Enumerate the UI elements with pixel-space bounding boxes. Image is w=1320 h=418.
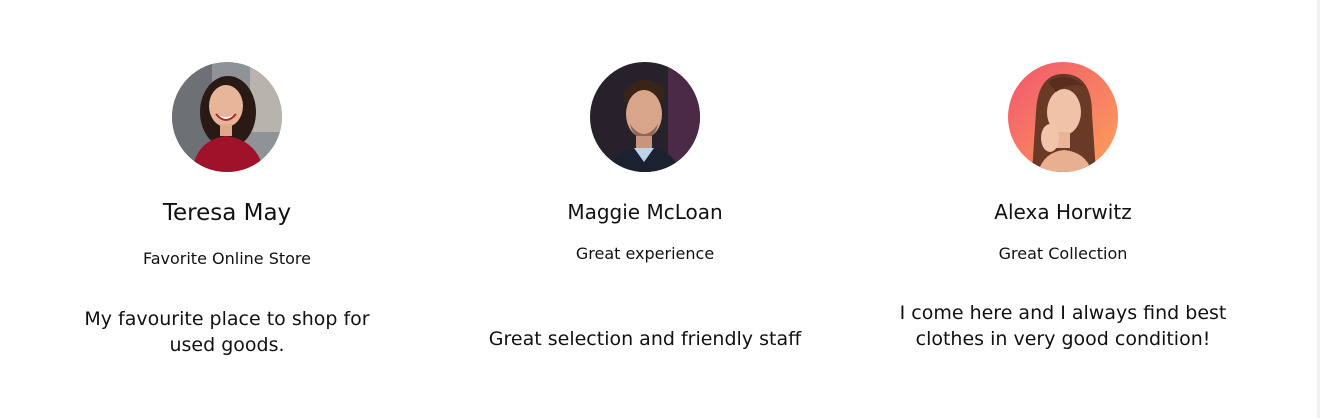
testimonial-quote: My favourite place to shop for used good… bbox=[84, 308, 370, 356]
testimonial-quote: I come here and I always find best cloth… bbox=[899, 302, 1227, 350]
woman-portrait-avatar-icon bbox=[1008, 62, 1118, 172]
testimonial-subtitle: Great experience bbox=[575, 244, 715, 263]
testimonial-quote: Great selection and friendly staff bbox=[488, 328, 802, 350]
man-portrait-avatar-icon bbox=[590, 62, 700, 172]
avatar-teresa-may bbox=[172, 62, 282, 172]
testimonial-subtitle: Great Collection bbox=[998, 244, 1128, 263]
testimonial-name: Maggie McLoan bbox=[567, 200, 723, 224]
testimonial-subtitle: Favorite Online Store bbox=[142, 249, 311, 268]
testimonial-name: Teresa May bbox=[162, 200, 292, 226]
testimonial-card-maggie-mcloan: Maggie McLoan Great experience Great sel… bbox=[470, 0, 820, 418]
woman-smiling-avatar-icon bbox=[172, 62, 282, 172]
testimonial-card-alexa-horwitz: Alexa Horwitz Great Collection I come he… bbox=[888, 0, 1238, 418]
avatar-alexa-horwitz bbox=[1008, 62, 1118, 172]
testimonial-name: Alexa Horwitz bbox=[994, 200, 1132, 224]
testimonial-card-teresa-may: Teresa May Favorite Online Store My favo… bbox=[70, 0, 384, 418]
avatar-maggie-mcloan bbox=[590, 62, 700, 172]
